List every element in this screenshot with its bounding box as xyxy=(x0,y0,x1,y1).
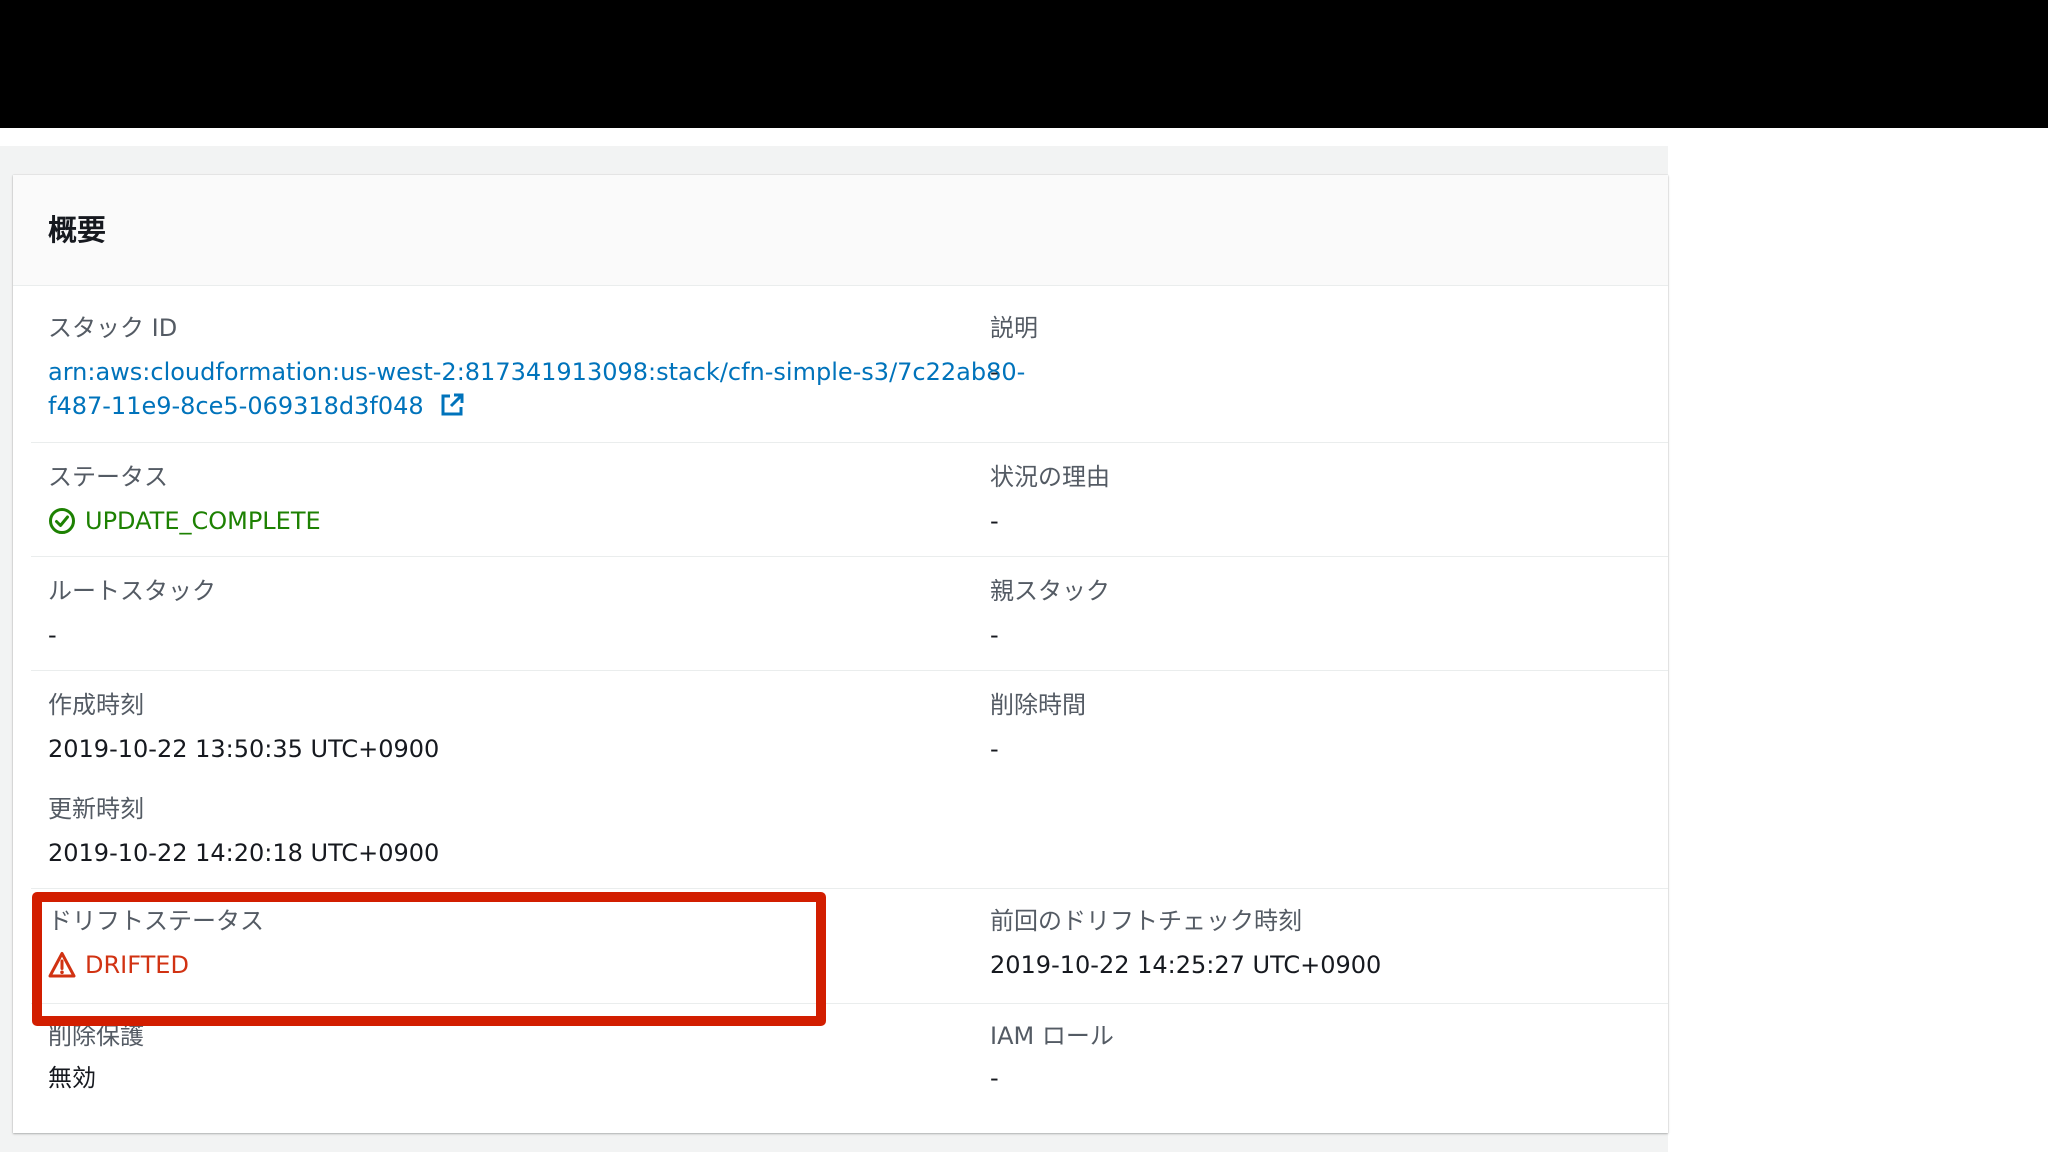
status-reason-value: - xyxy=(990,507,999,535)
description-value: - xyxy=(990,358,999,386)
iam-role-value: - xyxy=(990,1064,999,1092)
drift-highlight-box xyxy=(32,892,826,1026)
description-label: 説明 xyxy=(990,314,1038,342)
status-indicator: UPDATE_COMPLETE xyxy=(48,504,321,538)
field-status: ステータス UPDATE_COMPLETE xyxy=(48,462,321,538)
parent-stack-value: - xyxy=(990,621,999,649)
last-drift-check-label: 前回のドリフトチェック時刻 xyxy=(990,907,1302,935)
iam-role-label: IAM ロール xyxy=(990,1022,1114,1050)
stack-id-link-block: arn:aws:cloudformation:us-west-2:8173419… xyxy=(48,355,1025,423)
root-stack-label: ルートスタック xyxy=(48,577,216,605)
status-reason-label: 状況の理由 xyxy=(990,463,1110,491)
panel-header: 概要 xyxy=(13,175,1668,286)
row-divider xyxy=(31,670,1668,671)
field-deleted-time: 削除時間 - xyxy=(990,690,1086,766)
status-label: ステータス xyxy=(48,463,168,491)
created-time-value: 2019-10-22 13:50:35 UTC+0900 xyxy=(48,735,440,763)
field-root-stack: ルートスタック - xyxy=(48,576,216,652)
stack-id-link[interactable]: arn:aws:cloudformation:us-west-2:8173419… xyxy=(48,358,1025,420)
created-time-label: 作成時刻 xyxy=(48,691,144,719)
deleted-time-value: - xyxy=(990,735,999,763)
termination-protection-value: 無効 xyxy=(48,1064,96,1092)
field-termination-protection: 削除保護 無効 xyxy=(48,1021,144,1095)
panel-title: 概要 xyxy=(48,213,107,247)
field-parent-stack: 親スタック - xyxy=(990,576,1110,652)
field-last-drift-check: 前回のドリフトチェック時刻 2019-10-22 14:25:27 UTC+09… xyxy=(990,906,1381,982)
root-stack-value: - xyxy=(48,621,57,649)
stack-id-value-line1: arn:aws:cloudformation:us-west-2:8173419… xyxy=(48,358,1026,386)
updated-time-label: 更新時刻 xyxy=(48,795,144,823)
status-value: UPDATE_COMPLETE xyxy=(85,507,321,535)
top-black-bar xyxy=(0,0,2048,128)
deleted-time-label: 削除時間 xyxy=(990,691,1086,719)
stack-id-value-line2: f487-11e9-8ce5-069318d3f048 xyxy=(48,392,424,420)
field-updated-time: 更新時刻 2019-10-22 14:20:18 UTC+0900 xyxy=(48,794,439,870)
row-divider xyxy=(31,888,1668,889)
stack-id-label: スタック ID xyxy=(48,314,178,342)
updated-time-value: 2019-10-22 14:20:18 UTC+0900 xyxy=(48,839,440,867)
check-circle-icon xyxy=(49,508,75,534)
field-description: 説明 - xyxy=(990,313,1038,389)
parent-stack-label: 親スタック xyxy=(990,577,1110,605)
external-link-icon[interactable] xyxy=(439,392,465,418)
field-created-time: 作成時刻 2019-10-22 13:50:35 UTC+0900 xyxy=(48,690,439,766)
field-iam-role: IAM ロール - xyxy=(990,1021,1114,1095)
row-divider xyxy=(31,556,1668,557)
field-status-reason: 状況の理由 - xyxy=(990,462,1110,538)
field-stack-id: スタック ID arn:aws:cloudformation:us-west-2… xyxy=(48,313,1025,423)
last-drift-check-value: 2019-10-22 14:25:27 UTC+0900 xyxy=(990,951,1382,979)
row-divider xyxy=(31,442,1668,443)
